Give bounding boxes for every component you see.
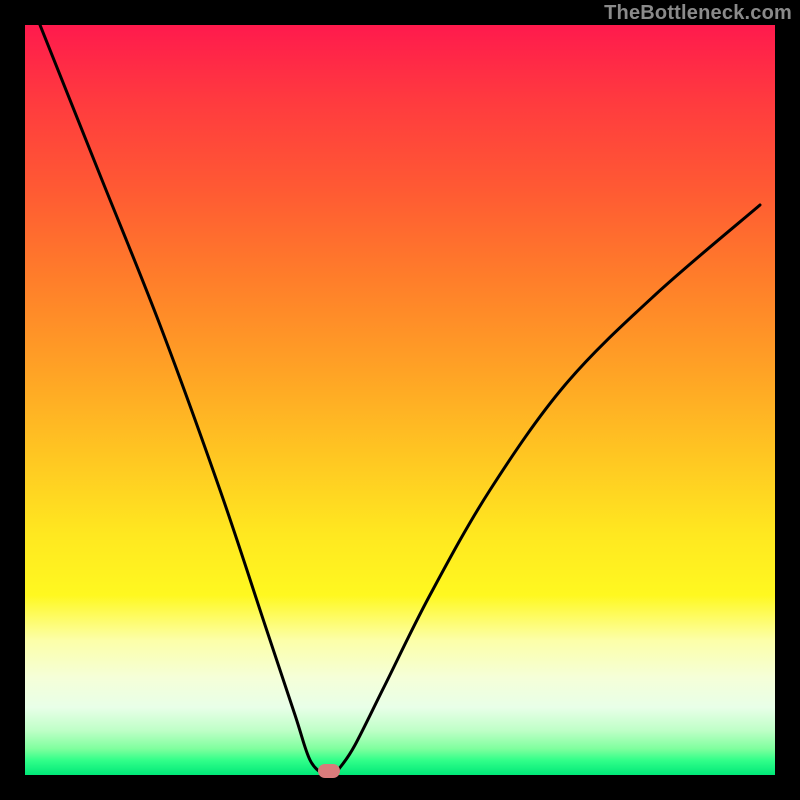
chart-frame: TheBottleneck.com — [0, 0, 800, 800]
optimum-marker — [318, 764, 340, 778]
watermark-text: TheBottleneck.com — [604, 2, 792, 25]
plot-area — [25, 25, 775, 775]
bottleneck-curve — [25, 25, 775, 775]
